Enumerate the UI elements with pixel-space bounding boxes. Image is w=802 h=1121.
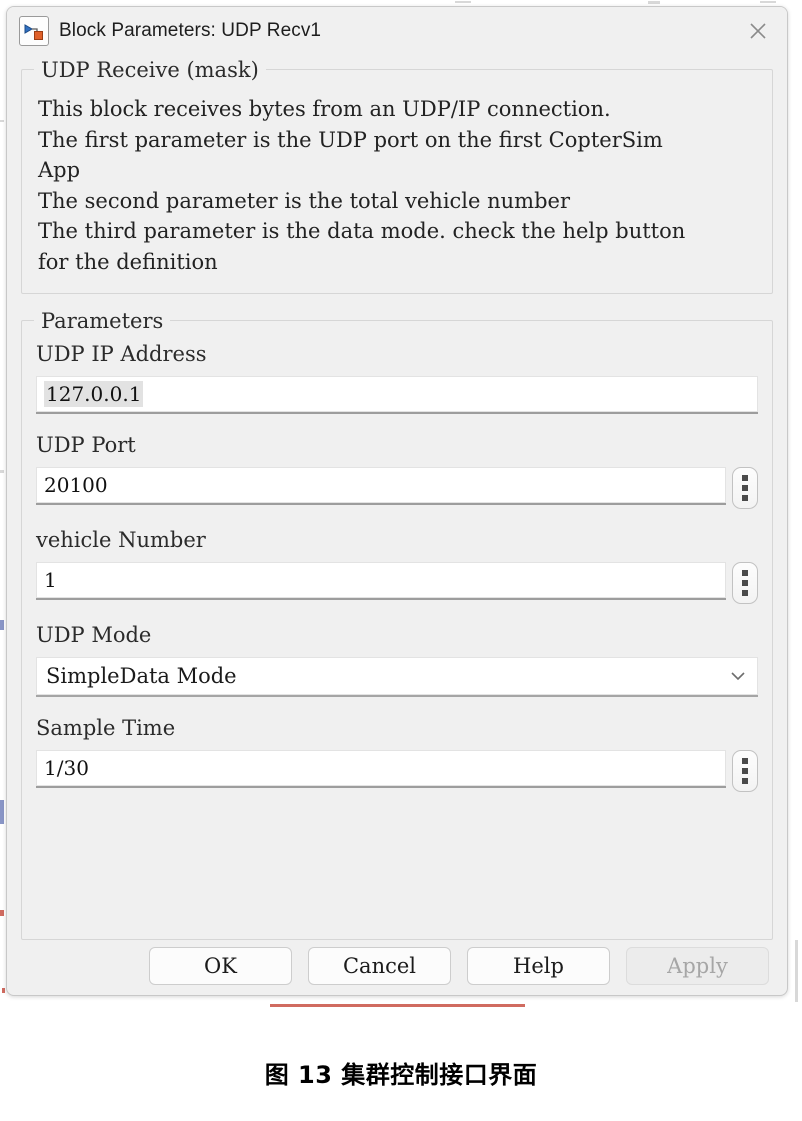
description-line: for the definition: [38, 249, 218, 274]
field-udp-mode: UDP Mode SimpleData Mode: [36, 622, 758, 697]
field-label: UDP IP Address: [36, 342, 207, 366]
spinner-dot-icon: [742, 778, 748, 784]
field-udp-ip-address: UDP IP Address 127.0.0.1: [36, 341, 758, 414]
sample-time-spinner-button[interactable]: [732, 750, 758, 792]
close-icon[interactable]: [735, 11, 781, 51]
description-line: The third parameter is the data mode. ch…: [38, 219, 686, 243]
background-artifact: [270, 1004, 525, 1007]
field-label: Sample Time: [36, 716, 176, 740]
field-sample-time: Sample Time 1/30: [36, 715, 758, 792]
dialog-footer: OK Cancel Help Apply: [7, 947, 787, 985]
description-line: The first parameter is the UDP port on t…: [38, 127, 663, 152]
spinner-dot-icon: [742, 570, 748, 576]
udp-port-spinner-button[interactable]: [732, 467, 758, 509]
background-artifact: [0, 470, 4, 473]
udp-port-value: 20100: [44, 473, 108, 497]
background-artifact: [0, 800, 4, 824]
background-artifact: [648, 1, 660, 4]
cancel-button[interactable]: Cancel: [308, 947, 451, 985]
input-row: 20100: [36, 467, 758, 509]
description-line: The second parameter is the total vehicl…: [38, 188, 570, 213]
simulink-block-icon: [19, 16, 49, 46]
field-label: UDP Port: [36, 433, 136, 457]
ok-button[interactable]: OK: [149, 947, 292, 985]
spinner-dot-icon: [742, 475, 748, 481]
background-artifact: [795, 940, 798, 1002]
background-artifact: [455, 1, 471, 3]
udp-port-input[interactable]: 20100: [36, 467, 726, 505]
background-artifact: [0, 120, 4, 122]
input-row: 1: [36, 562, 758, 604]
spinner-dot-icon: [742, 590, 748, 596]
background-artifact: [0, 910, 4, 916]
apply-button: Apply: [626, 947, 769, 985]
description-line: This block receives bytes from an UDP/IP…: [38, 97, 611, 121]
field-vehicle-number: vehicle Number 1: [36, 527, 758, 604]
dialog-titlebar[interactable]: Block Parameters: UDP Recv1: [7, 7, 787, 55]
field-label: vehicle Number: [36, 528, 206, 552]
description-group: UDP Receive (mask) This block receives b…: [21, 57, 773, 294]
background-artifact: [2, 988, 5, 993]
spinner-dot-icon: [742, 580, 748, 586]
spinner-dot-icon: [742, 768, 748, 774]
udp-mode-select[interactable]: SimpleData Mode: [36, 657, 758, 697]
sample-time-input[interactable]: 1/30: [36, 750, 726, 788]
description-line: App: [38, 158, 81, 182]
udp-ip-address-input[interactable]: 127.0.0.1: [36, 376, 758, 414]
spinner-dot-icon: [742, 485, 748, 491]
help-button[interactable]: Help: [467, 947, 610, 985]
udp-mode-value: SimpleData Mode: [46, 664, 237, 688]
field-udp-port: UDP Port 20100: [36, 432, 758, 509]
chevron-down-icon: [728, 669, 748, 683]
vehicle-number-input[interactable]: 1: [36, 562, 726, 600]
parameters-group-legend: Parameters: [34, 308, 171, 334]
spinner-dot-icon: [742, 495, 748, 501]
background-artifact: [0, 620, 4, 630]
input-row: 1/30: [36, 750, 758, 792]
vehicle-number-spinner-button[interactable]: [732, 562, 758, 604]
background-artifact: [760, 1, 776, 3]
udp-ip-address-value: 127.0.0.1: [44, 381, 144, 407]
vehicle-number-value: 1: [44, 568, 57, 592]
block-parameters-dialog: Block Parameters: UDP Recv1 UDP Receive …: [6, 6, 788, 996]
figure-caption: 图 13 集群控制接口界面: [264, 1061, 538, 1089]
input-row: 127.0.0.1: [36, 376, 758, 414]
spinner-dot-icon: [742, 758, 748, 764]
sample-time-value: 1/30: [44, 756, 89, 780]
dialog-title: Block Parameters: UDP Recv1: [59, 20, 322, 41]
field-label: UDP Mode: [36, 623, 152, 647]
description-group-legend: UDP Receive (mask): [34, 57, 266, 83]
parameters-group: Parameters UDP IP Address 127.0.0.1 UDP …: [21, 308, 773, 940]
